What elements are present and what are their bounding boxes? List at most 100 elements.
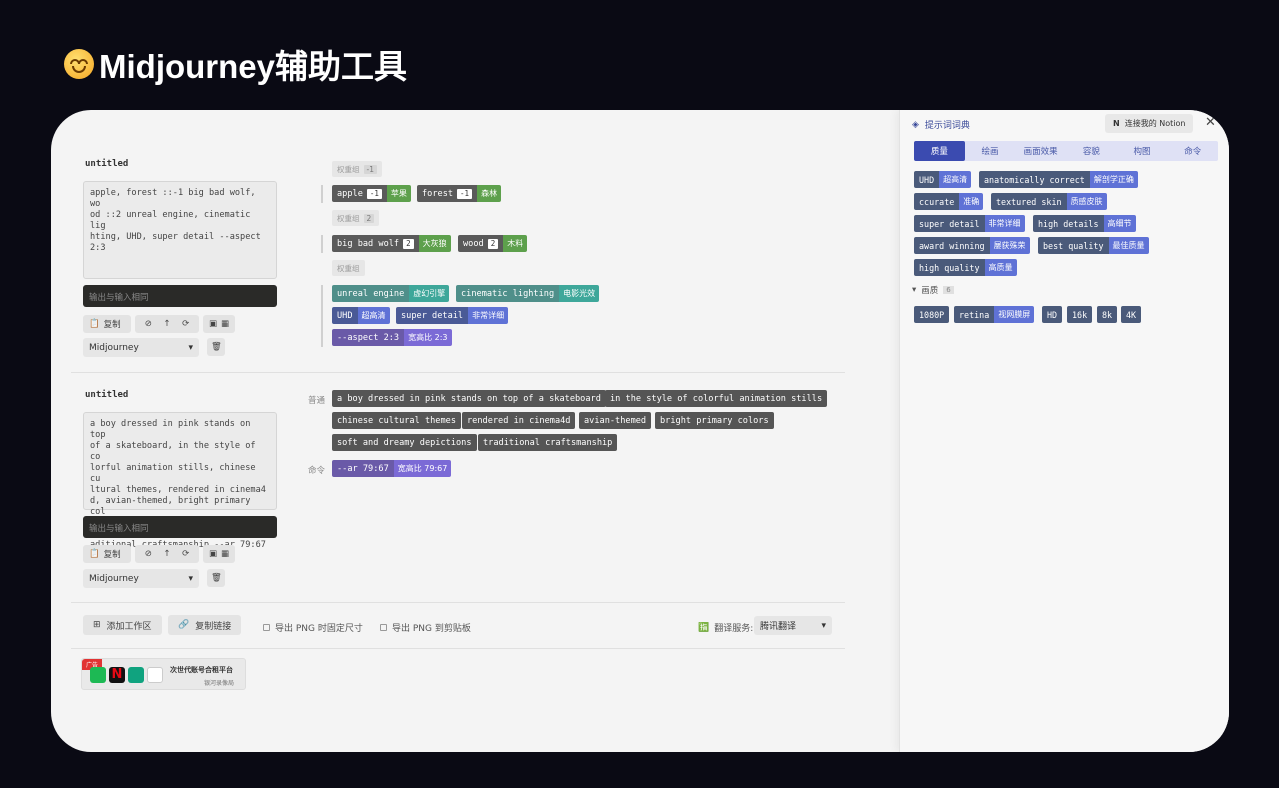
dict-chip[interactable]: 4K — [1121, 306, 1142, 323]
command-chip[interactable]: --ar 79:67 宽高比 79:67 — [332, 460, 452, 477]
dict-chip[interactable]: 16k — [1067, 306, 1093, 323]
chip-zh: 最佳质量 — [1108, 237, 1149, 254]
action-buttons[interactable]: ⊘ ↑ ⟳ — [135, 315, 199, 333]
ad-banner[interactable]: 广告 N 次世代账号合租平台 银河录像局 — [81, 658, 246, 690]
add-workspace-button[interactable]: ⊞ 添加工作区 — [83, 615, 162, 635]
divider — [71, 648, 845, 649]
dict-chip[interactable]: UHD 超高清 — [914, 171, 972, 188]
prompt-chip[interactable]: apple -1 苹果 — [332, 185, 411, 202]
prompt-chip[interactable]: unreal engine 虚幻引擎 — [332, 285, 450, 302]
tab-quality[interactable]: 质量 — [914, 141, 965, 161]
prompt-chip[interactable]: big bad wolf 2 大灰狼 — [332, 235, 451, 252]
dict-chip[interactable]: retina 视网膜屏 — [954, 306, 1035, 323]
tab-composition[interactable]: 构图 — [1117, 141, 1168, 161]
delete-button[interactable]: 🗑 — [207, 338, 225, 356]
output-field[interactable]: 输出与输入相同 — [83, 516, 277, 538]
dict-chip[interactable]: textured skin 质感皮肤 — [991, 193, 1107, 210]
copy-button[interactable]: 📋 复制 — [83, 315, 131, 333]
prompt-chip[interactable]: in the style of colorful animation still… — [605, 390, 828, 407]
grid-icon[interactable]: ▦ — [221, 549, 229, 559]
output-field[interactable]: 输出与输入相同 — [83, 285, 277, 307]
translate-select[interactable]: 腾讯翻译 ▾ — [754, 616, 832, 635]
checkbox-icon[interactable] — [380, 624, 387, 631]
chip-zh: 屡获殊荣 — [989, 237, 1030, 254]
model-value: Midjourney — [89, 573, 139, 584]
normal-label: 普通 — [308, 396, 326, 406]
up-icon[interactable]: ↑ — [163, 319, 170, 329]
grid-icon[interactable]: ▦ — [221, 319, 229, 329]
section-title: 画质 — [921, 286, 939, 296]
checkbox-icon[interactable] — [263, 624, 270, 631]
prompt-chip[interactable]: soft and dreamy depictions — [332, 434, 477, 451]
clear-icon[interactable]: ⊘ — [145, 549, 152, 559]
prompt-chip[interactable]: cinematic lighting 电影光效 — [456, 285, 600, 302]
clear-icon[interactable]: ⊘ — [145, 319, 152, 329]
chip-en: ccurate — [914, 193, 960, 210]
prompt-input[interactable]: apple, forest ::-1 big bad wolf, wo od :… — [83, 181, 277, 279]
refresh-icon[interactable]: ⟳ — [182, 549, 189, 559]
refresh-icon[interactable]: ⟳ — [182, 319, 189, 329]
block-title: untitled — [85, 159, 129, 169]
copy-button[interactable]: 📋 复制 — [83, 545, 131, 563]
prompt-chip[interactable]: super detail 非常详细 — [396, 307, 509, 324]
chip-zh: 视网膜屏 — [994, 306, 1035, 323]
prompt-chip[interactable]: a boy dressed in pink stands on top of a… — [332, 390, 606, 407]
tab-appearance[interactable]: 容貌 — [1066, 141, 1117, 161]
ad-title: 次世代账号合租平台 — [170, 666, 233, 674]
model-select[interactable]: Midjourney ▾ — [83, 338, 199, 357]
chip-zh: 非常详细 — [984, 215, 1025, 232]
dict-chip[interactable]: 8k — [1097, 306, 1118, 323]
up-icon[interactable]: ↑ — [163, 549, 170, 559]
dict-chip[interactable]: 1080P — [914, 306, 950, 323]
prompt-chip[interactable]: UHD 超高清 — [332, 307, 390, 324]
action-buttons[interactable]: ⊘ ↑ ⟳ — [135, 545, 199, 563]
chip-weight: -1 — [366, 188, 382, 199]
delete-button[interactable]: 🗑 — [207, 569, 225, 587]
tab-effects[interactable]: 画面效果 — [1015, 141, 1066, 161]
image-icon[interactable]: ▣ — [209, 549, 217, 559]
chip-en: UHD — [332, 307, 358, 324]
prompt-chip[interactable]: forest -1 森林 — [417, 185, 502, 202]
translate-icon: 🈯 — [698, 622, 710, 633]
section-header[interactable]: ▾ 画质 6 — [912, 284, 954, 296]
image-buttons[interactable]: ▣ ▦ — [203, 315, 235, 333]
tab-painting[interactable]: 绘画 — [965, 141, 1016, 161]
chip-zh: 超高清 — [939, 171, 972, 188]
copy-link-button[interactable]: 🔗 复制链接 — [168, 615, 242, 635]
prompt-chip[interactable]: chinese cultural themes — [332, 412, 461, 429]
image-icon[interactable]: ▣ — [209, 319, 217, 329]
dict-chip[interactable]: ccurate 准确 — [914, 193, 984, 210]
prompt-chip[interactable]: bright primary colors — [655, 412, 774, 429]
prompt-chip[interactable]: traditional craftsmanship — [478, 434, 618, 451]
dict-chip[interactable]: high quality 高质量 — [914, 259, 1017, 276]
chip-en: textured skin — [991, 193, 1067, 210]
image-buttons[interactable]: ▣ ▦ — [203, 545, 235, 563]
prompt-input[interactable]: a boy dressed in pink stands on top of a… — [83, 412, 277, 550]
dict-chip[interactable]: anatomically correct 解剖学正确 — [979, 171, 1138, 188]
chip-en: super detail — [396, 307, 469, 324]
prompt-chip[interactable]: wood 2 木料 — [458, 235, 528, 252]
dict-chip[interactable]: award winning 屡获殊荣 — [914, 237, 1030, 254]
chip-zh: 电影光效 — [559, 285, 600, 302]
prompt-chip[interactable]: --aspect 2:3 宽高比 2:3 — [332, 329, 452, 346]
connect-notion-button[interactable]: N 连接我的 Notion — [1105, 114, 1194, 133]
trash-icon: 🗑 — [211, 573, 222, 583]
dict-chip[interactable]: best quality 最佳质量 — [1038, 237, 1149, 254]
dict-chip[interactable]: HD — [1042, 306, 1063, 323]
chip-zh: 高细节 — [1103, 215, 1136, 232]
export-fixed-checkbox[interactable]: 导出 PNG 时固定尺寸 — [263, 621, 363, 634]
prompt-chip[interactable]: avian-themed — [579, 412, 652, 429]
model-select[interactable]: Midjourney ▾ — [83, 569, 199, 588]
dict-chip[interactable]: super detail 非常详细 — [914, 215, 1025, 232]
chip-zh: 非常详细 — [468, 307, 509, 324]
group-weight: -1 — [363, 164, 377, 174]
export-clipboard-checkbox[interactable]: 导出 PNG 到剪贴板 — [380, 621, 471, 634]
triangle-down-icon: ▾ — [912, 285, 917, 295]
close-icon[interactable]: ✕ — [1205, 115, 1216, 130]
copy-link-label: 复制链接 — [195, 621, 232, 632]
chip-en: big bad wolf — [337, 238, 400, 249]
prompt-chip[interactable]: rendered in cinema4d — [462, 412, 576, 429]
tab-command[interactable]: 命令 — [1167, 141, 1218, 161]
dict-chip[interactable]: high details 高细节 — [1033, 215, 1136, 232]
chip-weight: -1 — [457, 188, 473, 199]
